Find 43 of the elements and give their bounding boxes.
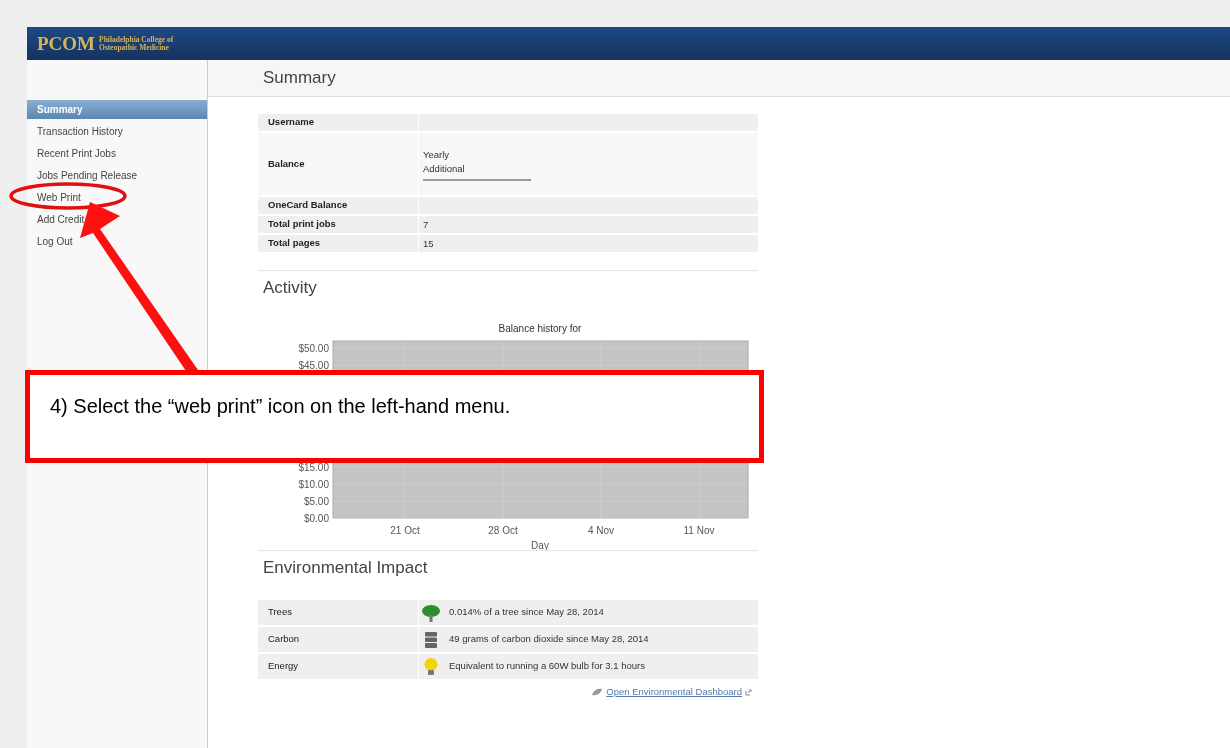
impact-text: 49 grams of carbon dioxide since May 28, 2014 [449, 632, 649, 647]
row-label: Trees [267, 605, 293, 620]
sidebar-item[interactable]: Recent Print Jobs [27, 144, 207, 163]
impact-text: Equivalent to running a 60W bulb for 3.1 hours [449, 659, 645, 674]
section-title: Environmental Impact [262, 557, 428, 577]
stack-icon [425, 631, 437, 648]
row-value: Additional [423, 161, 531, 181]
row-label: Total print jobs [267, 217, 337, 232]
callout-text: 4) Select the “web print” icon on the left-hand menu. [50, 395, 511, 417]
sidebar-item[interactable]: Jobs Pending Release [27, 166, 207, 185]
dashboard-link[interactable]: Open Environmental Dashboard [606, 685, 742, 700]
page-title: Summary [263, 67, 336, 90]
impact-text: 0.014% of a tree since May 28, 2014 [449, 605, 604, 620]
row-label: Energy [267, 659, 300, 674]
x-tick-label: 11 Nov [683, 524, 715, 536]
row-label: Balance [267, 156, 306, 171]
row-label: Carbon [267, 632, 301, 647]
row-value: 7 [423, 217, 430, 232]
sidebar-item[interactable]: Log Out [27, 232, 207, 251]
row-label: Username [267, 115, 315, 130]
lightbulb-icon [424, 657, 438, 676]
leaf-icon [591, 688, 604, 697]
x-tick-label: 28 Oct [488, 524, 518, 536]
tree-icon [421, 603, 441, 622]
logo: PCOM [37, 34, 96, 53]
chart-title: Balance history for [498, 322, 582, 334]
row-value: Yearly [423, 147, 451, 162]
y-tick-label: $15.00 [298, 461, 329, 472]
section-title: Activity [262, 278, 317, 297]
row-label: Total pages [267, 236, 322, 251]
y-tick-label: $45.00 [298, 359, 329, 370]
sidebar-item[interactable]: Add Credit [27, 210, 207, 229]
x-tick-label: 21 Oct [390, 524, 420, 536]
sidebar-item[interactable]: Transaction History [27, 122, 207, 141]
row-value: 15 [423, 236, 435, 251]
external-link-icon [745, 688, 752, 696]
y-tick-label: $50.00 [298, 342, 329, 353]
x-tick-label: 4 Nov [587, 524, 615, 536]
row-label: OneCard Balance [267, 198, 349, 213]
y-tick-label: $0.00 [303, 512, 329, 523]
sidebar-item[interactable]: Web Print [27, 188, 207, 207]
y-tick-label: $5.00 [303, 495, 329, 506]
y-tick-label: $10.00 [298, 478, 329, 489]
